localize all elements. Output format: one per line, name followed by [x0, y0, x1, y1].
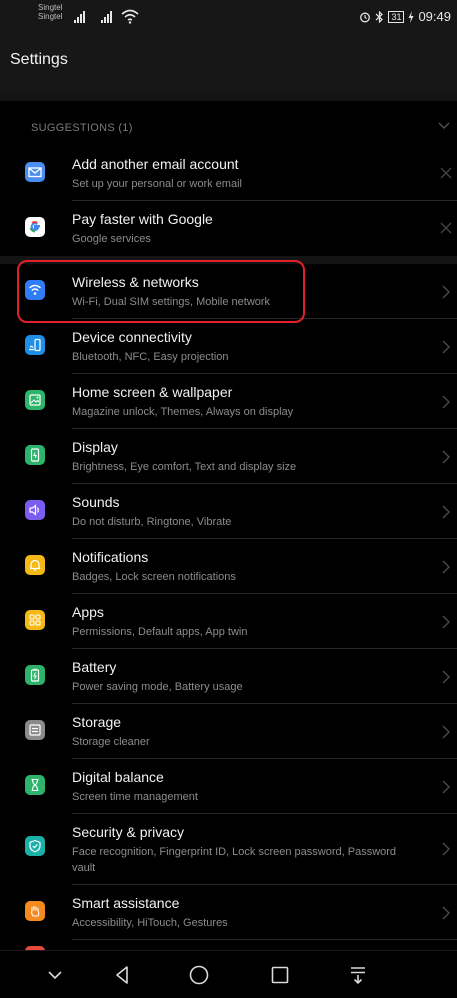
settings-item-smart-assistance[interactable]: Smart assistance Accessibility, HiTouch,… — [0, 885, 457, 940]
chevron-right-icon — [442, 395, 450, 409]
chevron-right-icon — [442, 450, 450, 464]
chevron-right-icon — [442, 670, 450, 684]
settings-item-apps[interactable]: Apps Permissions, Default apps, App twin — [0, 594, 457, 649]
charging-icon — [408, 10, 414, 23]
chevron-right-icon — [442, 505, 450, 519]
settings-item-title: Display — [72, 439, 118, 455]
battery-indicator: 31 — [388, 10, 405, 23]
settings-item-display[interactable]: Display Brightness, Eye comfort, Text an… — [0, 429, 457, 484]
suggestion-item-google-pay[interactable]: Pay faster with Google Google services — [0, 201, 457, 256]
settings-item-home-screen-wallpaper[interactable]: Home screen & wallpaper Magazine unlock,… — [0, 374, 457, 429]
settings-item-title: Device connectivity — [72, 329, 192, 345]
settings-item-title: Smart assistance — [72, 895, 180, 911]
hourglass-icon — [25, 775, 45, 795]
suggestion-subtitle: Google services — [72, 233, 151, 245]
settings-item-subtitle: Face recognition, Fingerprint ID, Lock s… — [72, 846, 397, 874]
close-icon[interactable] — [440, 222, 452, 234]
suggestion-title: Add another email account — [72, 156, 239, 172]
navigation-bar — [0, 950, 457, 998]
suggestion-title: Pay faster with Google — [72, 211, 213, 227]
settings-item-title: Security & privacy — [72, 824, 185, 840]
app-header: Settings — [0, 36, 457, 91]
chevron-right-icon — [442, 842, 450, 856]
wallpaper-icon — [25, 390, 45, 410]
collapse-chevron-icon[interactable] — [437, 118, 451, 132]
chevron-right-icon — [442, 725, 450, 739]
collapse-chevron-icon[interactable] — [43, 963, 67, 987]
settings-item-subtitle: Do not disturb, Ringtone, Vibrate — [72, 516, 232, 528]
status-right: 31 09:49 — [359, 9, 451, 24]
settings-item-subtitle: Magazine unlock, Themes, Always on displ… — [72, 406, 294, 418]
carrier-1-label: Singtel — [38, 3, 63, 12]
google-icon — [25, 217, 45, 237]
settings-item-security-privacy[interactable]: Security & privacy Face recognition, Fin… — [0, 814, 457, 885]
section-divider — [0, 91, 457, 101]
recents-icon[interactable] — [268, 963, 292, 987]
signal-icon — [101, 11, 112, 23]
settings-item-title: Notifications — [72, 549, 149, 565]
notification-pulldown-icon[interactable] — [346, 963, 370, 987]
settings-item-title: Storage — [72, 714, 122, 730]
clock: 09:49 — [418, 9, 451, 24]
settings-item-title: Digital balance — [72, 769, 164, 785]
settings-item-subtitle: Accessibility, HiTouch, Gestures — [72, 917, 228, 929]
sound-icon — [25, 500, 45, 520]
suggestion-item-email[interactable]: Add another email account Set up your pe… — [0, 146, 457, 201]
settings-item-title: Sounds — [72, 494, 120, 510]
bluetooth-icon — [376, 10, 384, 23]
chevron-right-icon — [442, 560, 450, 574]
page-title: Settings — [10, 51, 68, 68]
settings-item-subtitle: Badges, Lock screen notifications — [72, 571, 236, 583]
device-connectivity-icon — [25, 335, 45, 355]
settings-item-title: Battery — [72, 659, 117, 675]
settings-item-device-connectivity[interactable]: Device connectivity Bluetooth, NFC, Easy… — [0, 319, 457, 374]
settings-item-title: Home screen & wallpaper — [72, 384, 233, 400]
settings-item-notifications[interactable]: Notifications Badges, Lock screen notifi… — [0, 539, 457, 594]
carrier-2-label: Singtel — [38, 12, 63, 21]
settings-item-digital-balance[interactable]: Digital balance Screen time management — [0, 759, 457, 814]
signal-icon — [74, 11, 85, 23]
home-icon[interactable] — [187, 963, 211, 987]
settings-item-subtitle: Brightness, Eye comfort, Text and displa… — [72, 461, 297, 473]
alarm-icon — [360, 12, 371, 22]
chevron-right-icon — [442, 906, 450, 920]
chevron-right-icon — [442, 285, 450, 299]
apps-icon — [25, 610, 45, 630]
settings-item-battery[interactable]: Battery Power saving mode, Battery usage — [0, 649, 457, 704]
settings-item-partial[interactable] — [0, 940, 457, 950]
security-icon — [25, 836, 45, 856]
battery-icon — [25, 665, 45, 685]
chevron-right-icon — [442, 340, 450, 354]
settings-item-subtitle: Power saving mode, Battery usage — [72, 681, 243, 693]
settings-item-subtitle: Screen time management — [72, 791, 198, 803]
suggestion-subtitle: Set up your personal or work email — [72, 178, 242, 190]
highlight-annotation — [17, 260, 305, 323]
settings-item-subtitle: Permissions, Default apps, App twin — [72, 626, 248, 638]
wifi-icon — [121, 9, 139, 24]
chevron-right-icon — [442, 615, 450, 629]
chevron-right-icon — [442, 780, 450, 794]
settings-item-title: Apps — [72, 604, 104, 620]
display-icon — [25, 445, 45, 465]
notification-icon — [25, 555, 45, 575]
settings-item-subtitle: Storage cleaner — [72, 736, 150, 748]
storage-icon — [25, 720, 45, 740]
close-icon[interactable] — [440, 167, 452, 179]
suggestions-label: SUGGESTIONS (1) — [31, 122, 133, 134]
hand-icon — [25, 901, 45, 921]
status-bar: Singtel Singtel 31 09:49 — [0, 0, 457, 36]
carrier-labels: Singtel Singtel — [38, 3, 62, 21]
back-icon[interactable] — [110, 963, 134, 987]
settings-item-subtitle: Bluetooth, NFC, Easy projection — [72, 351, 229, 363]
email-icon — [25, 162, 45, 182]
settings-item-storage[interactable]: Storage Storage cleaner — [0, 704, 457, 759]
settings-item-sounds[interactable]: Sounds Do not disturb, Ringtone, Vibrate — [0, 484, 457, 539]
